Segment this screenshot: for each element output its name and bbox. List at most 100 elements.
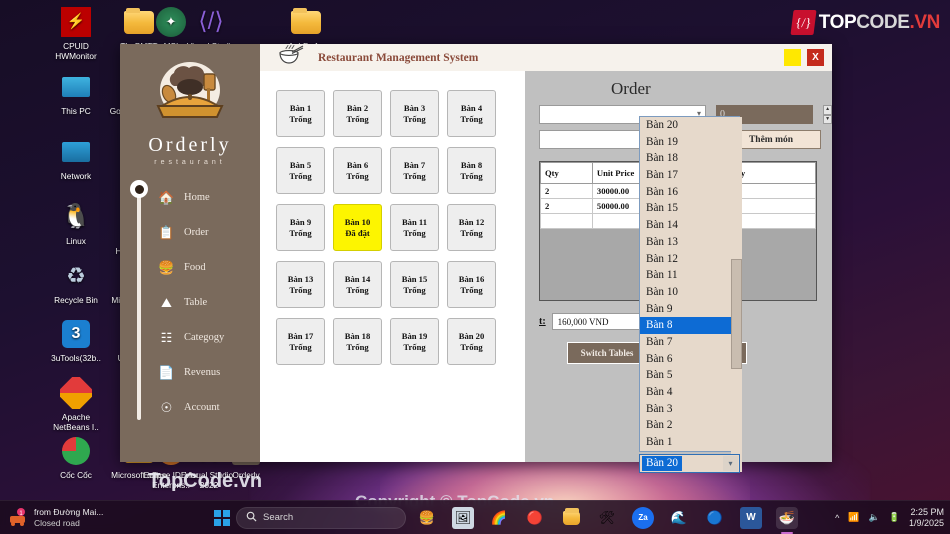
desktop-icon[interactable]: ⚡ CPUID HWMonitor — [45, 6, 107, 61]
desktop-icon[interactable]: Network — [45, 136, 107, 181]
dropdown-option[interactable]: Bàn 16 — [640, 184, 739, 201]
sidebar-item-table[interactable]: ⛰ Table — [130, 285, 260, 320]
close-button[interactable]: X — [807, 49, 824, 66]
dropdown-option-list[interactable]: Bàn 20 Bàn 19 Bàn 18 Bàn 17 Bàn 16 Bàn 15 Bàn … — [639, 116, 742, 472]
topcode-badge-icon: {/} — [790, 10, 817, 35]
table-button-name: Bàn 18 — [344, 330, 371, 341]
table-button[interactable]: Bàn 1 Trống — [276, 90, 325, 137]
chef-logo-icon — [144, 60, 236, 128]
table-button[interactable]: Bàn 12 Trống — [447, 204, 496, 251]
table-button-status: Trống — [346, 284, 369, 295]
battery-icon[interactable]: 🔋 — [889, 512, 900, 523]
desktop-icon[interactable]: Cốc Cốc — [45, 435, 107, 480]
dropdown-option[interactable]: Bàn 11 — [640, 267, 739, 284]
sidebar-item-categogy[interactable]: ☷ Categogy — [130, 320, 260, 355]
taskbar-chrome2-app[interactable]: 🔵 — [704, 507, 726, 529]
taskbar-folder-app[interactable] — [560, 507, 582, 529]
document-icon: 📄 — [158, 364, 175, 380]
dropdown-option[interactable]: Bàn 12 — [640, 251, 739, 268]
table-button[interactable]: Bàn 15 Trống — [390, 261, 439, 308]
desktop-icon[interactable]: Apache NetBeans I.. — [45, 377, 107, 432]
desktop-icon-label: Linux — [66, 236, 86, 246]
coccoc-icon — [60, 435, 92, 467]
taskbar-word-app[interactable]: W — [740, 506, 762, 529]
chevron-down-icon-3[interactable]: ▾ — [723, 455, 738, 471]
table-button[interactable]: Bàn 19 Trống — [390, 318, 439, 365]
sidebar-item-food[interactable]: 🍔 Food — [130, 250, 260, 285]
dropdown-option[interactable]: Bàn 15 — [640, 200, 739, 217]
dropdown-option[interactable]: Bàn 5 — [640, 367, 739, 384]
minimize-button[interactable] — [784, 49, 801, 66]
taskbar-tools-app[interactable]: 🛠 — [596, 507, 618, 529]
dropdown-scroll-thumb[interactable] — [731, 259, 742, 369]
taskbar-clock[interactable]: 2:25 PM 1/9/2025 — [909, 507, 944, 529]
dropdown-option[interactable]: Bàn 20 — [640, 117, 739, 134]
table-button[interactable]: Bàn 13 Trống — [276, 261, 325, 308]
dropdown-option[interactable]: Bàn 14 — [640, 217, 739, 234]
table-button[interactable]: Bàn 20 Trống — [447, 318, 496, 365]
taskbar-orderly-app[interactable]: 🍜 — [776, 506, 798, 534]
taskbar-weather-widget[interactable]: 1 from Đường Mai... Closed road — [0, 507, 190, 529]
dropdown-option[interactable]: Bàn 2 — [640, 417, 739, 434]
table-button[interactable]: Bàn 16 Trống — [447, 261, 496, 308]
table-button-status: Trống — [346, 170, 369, 181]
desktop-icon[interactable]: This PC — [45, 71, 107, 116]
dropdown-option[interactable]: Bàn 7 — [640, 334, 739, 351]
table-button[interactable]: Bàn 8 Trống — [447, 147, 496, 194]
taskbar-photos-app[interactable]: 🌈 — [488, 507, 510, 529]
table-button[interactable]: Bàn 5 Trống — [276, 147, 325, 194]
table-button[interactable]: Bàn 18 Trống — [333, 318, 382, 365]
desktop-icon[interactable]: 🐧 Linux — [45, 201, 107, 247]
table-button[interactable]: Bàn 17 Trống — [276, 318, 325, 365]
start-button-icon[interactable] — [214, 509, 230, 526]
table-button[interactable]: Bàn 9 Trống — [276, 204, 325, 251]
dropdown-option[interactable]: Bàn 19 — [640, 134, 739, 151]
tray-expand-icon[interactable]: ^ — [835, 513, 839, 523]
desktop-icon[interactable]: 3 3uTools(32b.. — [45, 318, 107, 363]
search-input[interactable]: Search — [236, 506, 406, 529]
dropdown-option[interactable]: Bàn 8 — [640, 317, 739, 334]
taskbar-chrome-app[interactable]: 🔴 — [524, 507, 546, 529]
dropdown-option[interactable]: Bàn 3 — [640, 401, 739, 418]
table-button[interactable]: Bàn 2 Trống — [333, 90, 382, 137]
table-select-field[interactable]: Bàn 20 ▾ — [639, 453, 740, 473]
table-button[interactable]: Bàn 6 Trống — [333, 147, 382, 194]
desktop-icon-label: This PC — [61, 106, 91, 116]
table-button-name: Bàn 14 — [344, 273, 371, 284]
dropdown-option[interactable]: Bàn 10 — [640, 284, 739, 301]
dropdown-option[interactable]: Bàn 18 — [640, 150, 739, 167]
volume-icon[interactable]: 🔈 — [869, 512, 880, 523]
table-button[interactable]: Bàn 4 Trống — [447, 90, 496, 137]
table-button-status: Trống — [403, 227, 426, 238]
wifi-icon[interactable]: 📶 — [848, 512, 859, 523]
table-button[interactable]: Bàn 10 Đã đặt — [333, 204, 382, 251]
dropdown-option[interactable]: Bàn 1 — [640, 434, 739, 451]
dropdown-option[interactable]: Bàn 13 — [640, 234, 739, 251]
quantity-stepper[interactable]: ▲ ▼ — [823, 105, 832, 124]
switch-tables-button[interactable]: Switch Tables — [567, 342, 647, 364]
table-button[interactable]: Bàn 14 Trống — [333, 261, 382, 308]
table-button[interactable]: Bàn 7 Trống — [390, 147, 439, 194]
dropdown-option[interactable]: Bàn 9 — [640, 301, 739, 318]
taskbar-zalo-app[interactable]: Za — [632, 506, 654, 529]
sidebar-item-account[interactable]: ☉ Account — [130, 390, 260, 425]
table-button[interactable]: Bàn 11 Trống — [390, 204, 439, 251]
table-button[interactable]: Bàn 3 Trống — [390, 90, 439, 137]
sidebar-item-home[interactable]: 🏠 Home — [130, 180, 260, 215]
sidebar-rail-knob[interactable] — [130, 180, 148, 198]
dropdown-option[interactable]: Bàn 17 — [640, 167, 739, 184]
taskbar-paint-app[interactable]: 🖼 — [452, 506, 474, 529]
table-button-status: Trống — [289, 113, 312, 124]
order-panel-title: Order — [611, 79, 651, 98]
taskbar-food-app[interactable]: 🍔 — [416, 507, 438, 529]
sidebar-item-revenus[interactable]: 📄 Revenus — [130, 355, 260, 390]
grid-plus-icon: ☷ — [160, 329, 173, 345]
table-select-dropdown[interactable]: Bàn 20 Bàn 19 Bàn 18 Bàn 17 Bàn 16 Bàn 15 Bàn … — [639, 116, 743, 473]
dropdown-scrollbar[interactable] — [731, 117, 742, 472]
desktop-icon[interactable]: ♻ Recycle Bin — [45, 260, 107, 306]
taskbar-edge-app[interactable]: 🌊 — [668, 507, 690, 529]
dropdown-option[interactable]: Bàn 6 — [640, 351, 739, 368]
network-icon — [60, 136, 92, 168]
sidebar-item-order[interactable]: 📋 Order — [130, 215, 260, 250]
dropdown-option[interactable]: Bàn 4 — [640, 384, 739, 401]
